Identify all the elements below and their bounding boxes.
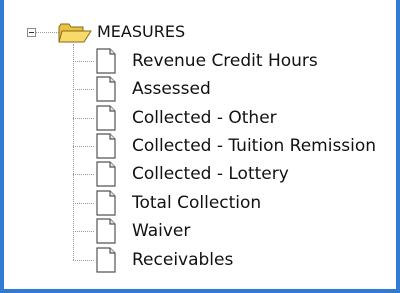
tree-item-collected-lottery[interactable]: Collected - Lottery bbox=[73, 160, 393, 188]
tree-item-revenue-credit-hours[interactable]: Revenue Credit Hours bbox=[73, 47, 393, 75]
tree-connector bbox=[73, 203, 94, 204]
tree-item-label: Collected - Other bbox=[132, 108, 277, 128]
document-icon bbox=[96, 218, 116, 244]
tree-item-label: Waiver bbox=[132, 221, 191, 241]
tree-connector bbox=[73, 260, 94, 261]
tree-item-label: Total Collection bbox=[132, 193, 262, 213]
tree-connector bbox=[73, 118, 94, 119]
tree-root-label[interactable]: MEASURES bbox=[97, 21, 185, 43]
document-icon bbox=[96, 48, 116, 74]
tree-item-total-collection[interactable]: Total Collection bbox=[73, 189, 393, 217]
document-icon bbox=[96, 190, 116, 216]
tree-item-label: Collected - Tuition Remission bbox=[132, 136, 377, 156]
document-icon bbox=[96, 161, 116, 187]
tree-item-waiver[interactable]: Waiver bbox=[73, 217, 393, 245]
document-icon bbox=[96, 105, 116, 131]
tree-connector bbox=[73, 61, 94, 62]
tree-item-label: Receivables bbox=[132, 250, 234, 270]
tree-item-collected-other[interactable]: Collected - Other bbox=[73, 104, 393, 132]
tree-connector bbox=[73, 174, 94, 175]
tree-item-label: Revenue Credit Hours bbox=[132, 51, 318, 71]
tree-connector bbox=[36, 32, 59, 33]
measures-tree: MEASURES Revenue Credit Hours Assessed C… bbox=[4, 0, 396, 289]
tree-item-collected-tuition-remission[interactable]: Collected - Tuition Remission bbox=[73, 132, 393, 160]
document-icon bbox=[96, 247, 116, 273]
tree-item-label: Collected - Lottery bbox=[132, 164, 289, 184]
tree-item-receivables[interactable]: Receivables bbox=[73, 246, 393, 274]
tree-panel: MEASURES Revenue Credit Hours Assessed C… bbox=[0, 0, 400, 293]
collapse-minus-icon[interactable] bbox=[27, 28, 36, 37]
tree-connector bbox=[73, 89, 94, 90]
document-icon bbox=[96, 76, 116, 102]
tree-connector bbox=[73, 231, 94, 232]
document-icon bbox=[96, 133, 116, 159]
tree-item-assessed[interactable]: Assessed bbox=[73, 75, 393, 103]
folder-icon bbox=[58, 23, 92, 43]
tree-item-label: Assessed bbox=[132, 79, 211, 99]
tree-connector bbox=[73, 146, 94, 147]
